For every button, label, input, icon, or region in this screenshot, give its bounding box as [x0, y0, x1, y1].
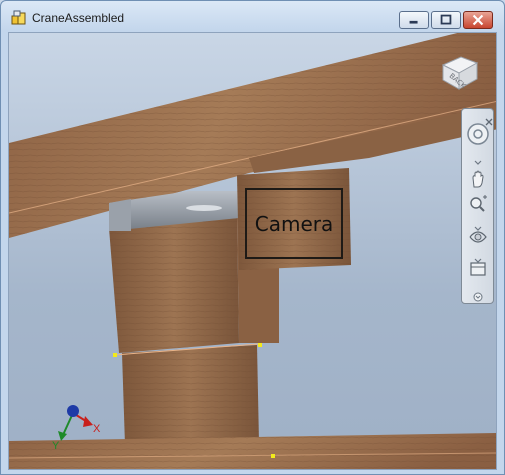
assembly-icon — [11, 10, 27, 26]
close-icon[interactable] — [485, 111, 493, 126]
camera-annotation: Camera — [245, 188, 343, 259]
navigation-bar[interactable] — [461, 108, 494, 304]
chevron-down-icon[interactable] — [470, 249, 486, 263]
app-window: CraneAssembled Camera BACK X Y — [0, 0, 505, 475]
window-title: CraneAssembled — [32, 11, 125, 25]
maximize-button[interactable] — [431, 11, 461, 29]
viewcube[interactable]: BACK — [437, 53, 481, 91]
title-bar[interactable]: CraneAssembled — [1, 1, 504, 32]
y-axis-label: Y — [52, 440, 60, 452]
maximize-icon — [440, 14, 452, 25]
close-button[interactable] — [463, 11, 493, 29]
grip-marker[interactable] — [113, 353, 117, 357]
minimize-button[interactable] — [399, 11, 429, 29]
grip-marker[interactable] — [271, 454, 275, 458]
orbit-button[interactable] — [466, 227, 490, 247]
look-at-icon — [470, 262, 486, 276]
chevron-down-icon[interactable] — [470, 151, 486, 165]
pan-icon — [472, 170, 484, 188]
zoom-button[interactable] — [466, 194, 490, 214]
pan-button[interactable] — [466, 169, 490, 189]
x-axis-label: X — [93, 423, 101, 435]
grip-marker[interactable] — [258, 343, 262, 347]
chevron-down-icon[interactable] — [470, 217, 486, 231]
3d-viewport[interactable]: Camera BACK X Y — [8, 32, 497, 470]
customize-menu-button[interactable] — [470, 287, 486, 302]
zoom-icon — [470, 195, 487, 212]
steering-wheel-icon — [467, 123, 489, 145]
orbit-icon — [469, 231, 487, 243]
viewcube-icon: BACK — [441, 56, 479, 90]
close-icon — [472, 14, 484, 26]
minimize-icon — [409, 20, 418, 24]
chevron-down-icon — [473, 292, 483, 302]
steering-wheel-button[interactable] — [466, 121, 490, 147]
look-at-button[interactable] — [466, 259, 490, 279]
